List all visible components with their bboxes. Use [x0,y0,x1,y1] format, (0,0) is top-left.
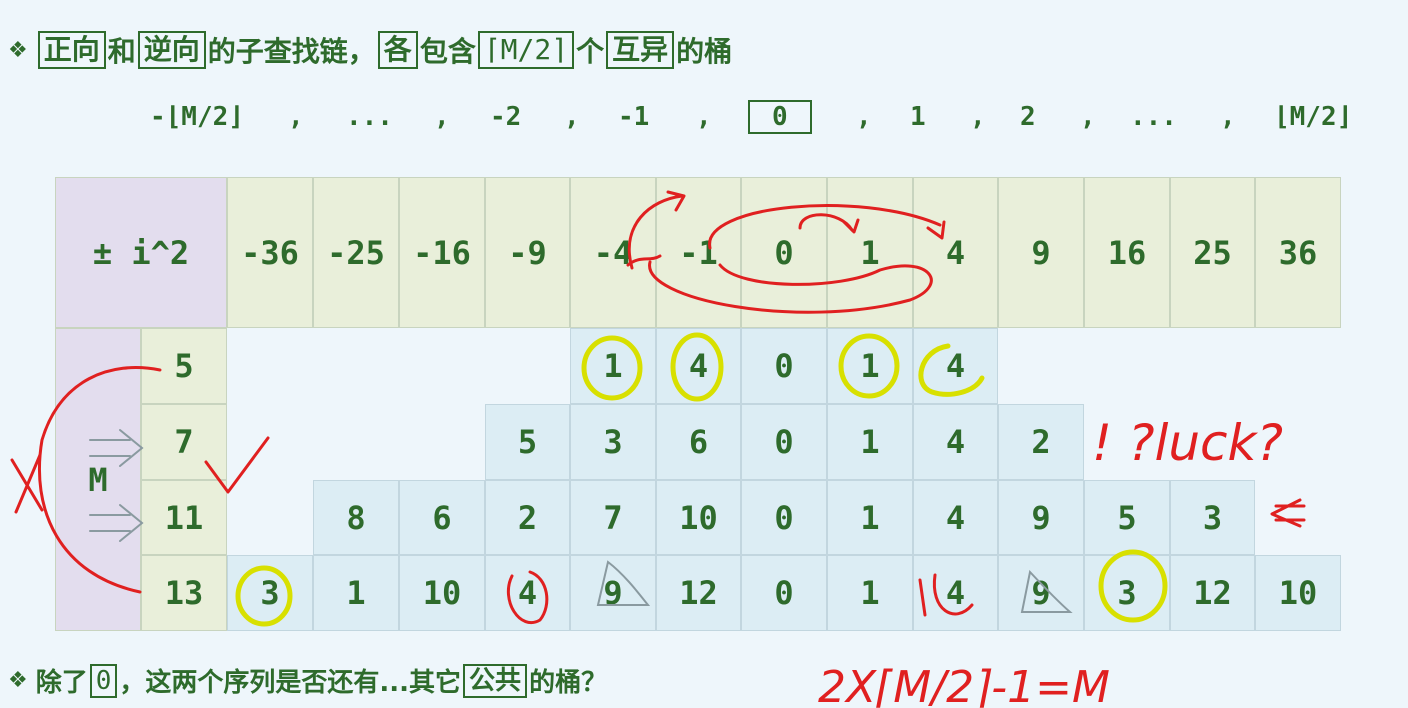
row-label-m: 5 [141,328,227,404]
offset-sequence: -⌊M/2⌋ , ... , -2 , -1 , 0 , 1 , 2 , ...… [150,100,1370,140]
seq-item: , [564,102,580,132]
bullet-marker: ❖ [8,37,28,63]
table-cell: 5 [485,404,570,480]
row-label-m: 11 [141,480,227,555]
table-cell: 6 [656,404,741,480]
heading-subchain: 的子查找链， [207,35,376,68]
seq-item: , [856,102,872,132]
table-cell: 1 [570,328,656,404]
m-column-label: M [55,328,141,631]
table-cell: 4 [913,404,998,480]
seq-item: ... [346,102,393,132]
footer-text: ，这两个序列是否还有...其它 [119,668,462,698]
table-cell: 3 [1170,480,1255,555]
header-cell: -4 [570,177,656,328]
table-cell: 1 [827,328,913,404]
table-cell: 2 [485,480,570,555]
table-cell: 8 [313,480,399,555]
seq-item: 1 [910,102,926,132]
table-cell: 9 [998,555,1084,631]
header-cell: 9 [998,177,1084,328]
header-cell: 36 [1255,177,1341,328]
heading-contains: 包含 [419,35,476,68]
table-cell: 3 [1084,555,1170,631]
seq-item: , [1220,102,1236,132]
table-cell: 10 [399,555,485,631]
seq-item: , [1080,102,1096,132]
seq-item: ⌊M/2⌋ [1274,102,1353,132]
table-cell: 4 [913,480,998,555]
heading-reverse: 逆向 [137,31,206,69]
table-cell: 0 [741,555,827,631]
seq-item: , [434,102,450,132]
seq-item: , [970,102,986,132]
ink-arrow-left [1270,498,1302,528]
heading-distinct: 互异 [606,31,675,69]
header-cell: -9 [485,177,570,328]
table-cell: 1 [313,555,399,631]
header-cell: 25 [1170,177,1255,328]
table-cell: 0 [741,328,827,404]
header-cell: -25 [313,177,399,328]
seq-item: , [288,102,304,132]
table-cell: 0 [741,404,827,480]
table-cell: 10 [1255,555,1341,631]
table-cell: 5 [1084,480,1170,555]
ink-formula: 2X⌈M/2⌉-1=M [818,662,1110,708]
heading-ceil: ⌈M/2⌉ [477,31,575,69]
heading-ge: 个 [576,35,605,68]
table-cell: 9 [998,480,1084,555]
heading-line: ❖ 正向 和 逆向 的子查找链， 各 包含 ⌈M/2⌉ 个 互异 的桶 [8,30,732,70]
table-cell: 9 [570,555,656,631]
table-cell: 1 [827,555,913,631]
table-cell: 12 [1170,555,1255,631]
seq-item: -⌊M/2⌋ [150,102,244,132]
heading-and: 和 [107,35,136,68]
table-cell: 4 [913,328,998,404]
table-cell: 10 [656,480,741,555]
seq-item-zero: 0 [748,100,812,134]
header-cell: 4 [913,177,998,328]
table-cell: 6 [399,480,485,555]
table-cell: 7 [570,480,656,555]
heading-buckets: 的桶 [676,35,733,68]
footer-zero: 0 [89,663,118,698]
table-cell: 0 [741,480,827,555]
table-cell: 3 [570,404,656,480]
header-cell: -16 [399,177,485,328]
ink-cross [14,453,42,514]
table-cell: 1 [827,404,913,480]
header-cell: 16 [1084,177,1170,328]
header-cell: 1 [827,177,913,328]
heading-each: 各 [377,31,418,69]
seq-item: 2 [1020,102,1036,132]
header-cell: -1 [656,177,741,328]
table-cell: 12 [656,555,741,631]
table-cell: 1 [827,480,913,555]
table-corner: ± i^2 [55,177,227,328]
ink-luck-text: ! ?luck? [1092,414,1283,472]
seq-item: -2 [490,102,522,132]
bullet-marker: ❖ [8,668,28,693]
table-cell: 4 [485,555,570,631]
ink-cross [10,458,44,512]
seq-item: -1 [618,102,650,132]
seq-item: ... [1130,102,1177,132]
header-cell: 0 [741,177,827,328]
table-cell: 2 [998,404,1084,480]
table-cell: 3 [227,555,313,631]
table-cell: 4 [913,555,998,631]
row-label-m: 7 [141,404,227,480]
footer-buckets: 的桶？ [529,668,608,698]
header-cell: -36 [227,177,313,328]
footer-except: 除了 [35,668,88,698]
heading-forward: 正向 [37,31,106,69]
row-label-m: 13 [141,555,227,631]
table-cell: 4 [656,328,741,404]
footer-common: 公共 [463,663,528,698]
seq-item: , [696,102,712,132]
footer-question: ❖ 除了 0 ，这两个序列是否还有...其它 公共 的桶？ [8,662,607,699]
